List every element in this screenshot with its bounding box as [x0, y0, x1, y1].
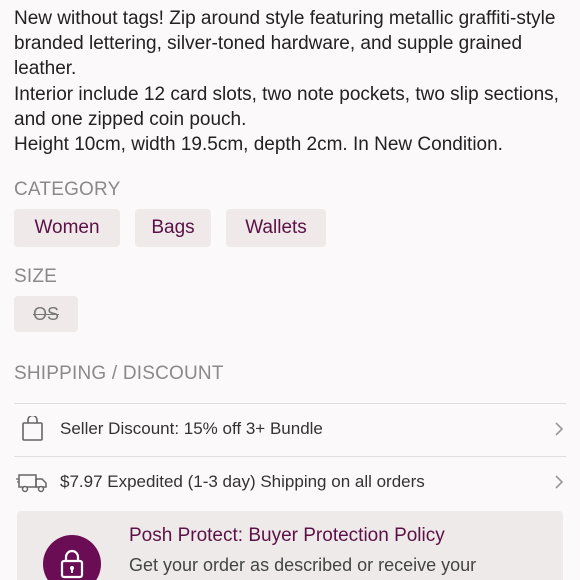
shipping-discount-label: SHIPPING / DISCOUNT	[14, 363, 224, 384]
chevron-right-icon	[552, 473, 566, 491]
category-chip-bags[interactable]: Bags	[135, 209, 211, 247]
delivery-truck-icon	[16, 469, 50, 495]
padlock-icon	[43, 535, 101, 580]
posh-protect-title: Posh Protect: Buyer Protection Policy	[129, 525, 445, 546]
posh-protect-card[interactable]: Posh Protect: Buyer Protection Policy Ge…	[17, 511, 563, 580]
seller-discount-text: Seller Discount: 15% off 3+ Bundle	[60, 419, 323, 438]
description-paragraph-2: Interior include 12 card slots, two note…	[14, 83, 559, 130]
shipping-text: $7.97 Expedited (1-3 day) Shipping on al…	[60, 472, 425, 491]
item-description: New without tags! Zip around style featu…	[14, 6, 574, 157]
description-paragraph-3: Height 10cm, width 19.5cm, depth 2cm. In…	[14, 134, 503, 156]
shipping-row[interactable]: $7.97 Expedited (1-3 day) Shipping on al…	[14, 457, 566, 507]
category-label: CATEGORY	[14, 179, 121, 200]
listing-details: New without tags! Zip around style featu…	[0, 0, 580, 580]
posh-protect-text: Get your order as described or receive y…	[129, 555, 477, 575]
description-paragraph-1: New without tags! Zip around style featu…	[14, 8, 556, 80]
shopping-bag-icon	[16, 414, 50, 442]
size-label: SIZE	[14, 266, 58, 287]
category-chip-wallets[interactable]: Wallets	[226, 209, 326, 247]
seller-discount-row[interactable]: Seller Discount: 15% off 3+ Bundle	[14, 404, 566, 454]
chevron-right-icon	[552, 420, 566, 438]
size-chip[interactable]: OS	[14, 296, 78, 332]
category-chip-women[interactable]: Women	[14, 209, 120, 247]
